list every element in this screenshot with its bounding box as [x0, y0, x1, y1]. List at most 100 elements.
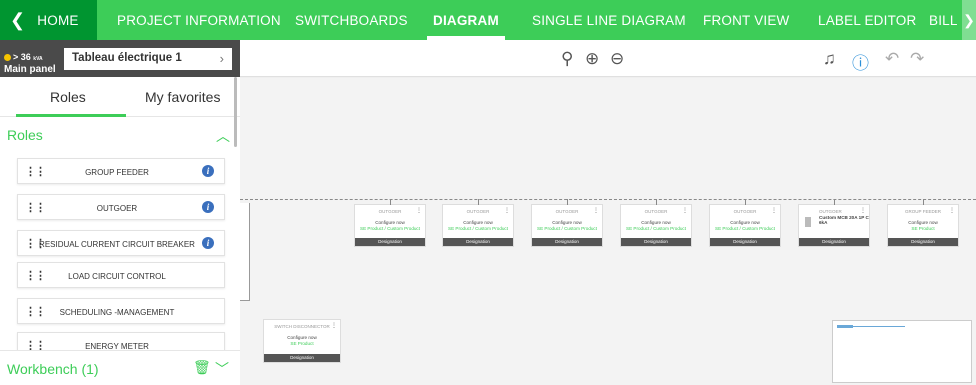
zoom-in-icon[interactable]: ⊕ [585, 49, 599, 69]
chevron-down-icon[interactable]: ﹀ [215, 359, 229, 379]
card-role: OUTGOER [644, 209, 668, 214]
breaker-thumbnail-icon [805, 217, 811, 227]
role-item[interactable]: ⋮⋮ SCHEDULING -MANAGEMENT [17, 298, 225, 324]
minimap-bus [853, 326, 905, 327]
nav-project-information[interactable]: PROJECT INFORMATION [117, 0, 281, 40]
connector-line [923, 199, 924, 205]
workbench-section[interactable]: Workbench (1) 🗑 ﹀ [0, 350, 240, 385]
top-navigation: ❮ HOME PROJECT INFORMATION SWITCHBOARDS … [0, 0, 976, 40]
role-item[interactable]: ⋮⋮ OUTGOER i [17, 194, 225, 220]
home-button[interactable]: ❮ HOME [0, 0, 97, 40]
connector-line [656, 199, 657, 205]
roles-title: Roles [7, 127, 43, 143]
chevron-up-icon[interactable]: ︿ [216, 126, 230, 146]
minimap-viewport[interactable] [837, 325, 853, 328]
diagram-canvas[interactable]: ⋮ OUTGOER Configure now SE Product / Cus… [240, 78, 976, 385]
nav-scroll-right-icon[interactable]: ❯ [962, 0, 976, 40]
card-config[interactable]: Configure now [710, 220, 780, 225]
nav-single-line-diagram[interactable]: SINGLE LINE DIAGRAM [532, 0, 686, 40]
card-product[interactable]: SE Product / Custom Product [532, 226, 602, 231]
card-designation: Designation [264, 354, 340, 362]
main-panel-label: Main panel [4, 64, 56, 75]
home-label: HOME [37, 12, 79, 28]
redo-icon[interactable]: ↷ [910, 49, 924, 69]
power-indicator: > 36 kVA [4, 52, 43, 62]
card-config[interactable]: Configure now [355, 220, 425, 225]
nav-label-editor[interactable]: LABEL EDITOR [818, 0, 916, 40]
card-config[interactable]: Configure now [264, 335, 340, 340]
card-product[interactable]: SE Product / Custom Product [710, 226, 780, 231]
card-config[interactable]: Configure now [888, 220, 958, 225]
role-label: SCHEDULING -MANAGEMENT [59, 308, 175, 317]
diagram-card[interactable]: ⋮ GROUP FEEDER Configure now SE Product … [887, 199, 959, 247]
diagram-card[interactable]: ⋮ OUTGOER Custom MCB 20A 1P C 6kA Design… [798, 199, 870, 247]
card-product[interactable]: SE Product / Custom Product [355, 226, 425, 231]
connector-line [567, 199, 568, 205]
card-product[interactable]: SE Product / Custom Product [621, 226, 691, 231]
nav-switchboards[interactable]: SWITCHBOARDS [295, 0, 408, 40]
workbench-title: Workbench (1) [7, 361, 99, 377]
info-icon[interactable]: i [202, 165, 214, 177]
diagram-card[interactable]: ⋮ OUTGOER Configure now SE Product / Cus… [354, 199, 426, 247]
card-role: OUTGOER [819, 209, 842, 214]
connector-line [745, 199, 746, 205]
card-product[interactable]: SE Product [888, 226, 958, 231]
card-product[interactable]: SE Product [264, 341, 340, 346]
info-icon[interactable]: i [202, 237, 214, 249]
info-icon[interactable]: i [202, 201, 214, 213]
card-role: GROUP FEEDER [905, 209, 941, 214]
partial-card-left [240, 203, 250, 301]
role-item[interactable]: ⋮⋮ GROUP FEEDER i [17, 158, 225, 184]
zoom-fit-icon[interactable]: ⚲ [561, 49, 573, 69]
card-role: SWITCH DISCONNECTOR [274, 324, 330, 329]
sidebar-tabs: Roles My favorites [0, 77, 240, 117]
role-item[interactable]: ⋮⋮ RESIDUAL CURRENT CIRCUIT BREAKER i [17, 230, 225, 256]
tab-my-favorites[interactable]: My favorites [145, 89, 220, 105]
status-dot-icon [4, 54, 11, 62]
switchboard-select-value: Tableau électrique 1 [72, 52, 182, 64]
diagram-card[interactable]: ⋮ OUTGOER Configure now SE Product / Cus… [531, 199, 603, 247]
card-designation: Designation [799, 238, 869, 246]
card-designation: Designation [888, 238, 958, 246]
sidebar: Roles My favorites Roles ︿ ⋮⋮ GROUP FEED… [0, 77, 240, 385]
tab-roles[interactable]: Roles [50, 89, 86, 105]
sidebar-scrollbar[interactable] [234, 77, 237, 147]
chevron-right-icon: › [219, 51, 224, 66]
role-label: OUTGOER [96, 204, 138, 213]
diagram-toolbar: ⚲ ⊕ ⊖ ♫ ⓘ ↶ ↷ [240, 40, 976, 77]
card-config[interactable]: Configure now [443, 220, 513, 225]
diagram-card[interactable]: ⋮ OUTGOER Configure now SE Product / Cus… [620, 199, 692, 247]
card-designation: Designation [532, 238, 602, 246]
card-designation: Designation [443, 238, 513, 246]
alarm-icon[interactable]: ♫ [823, 49, 836, 69]
trash-icon[interactable]: 🗑 [193, 359, 211, 376]
card-designation: Designation [710, 238, 780, 246]
card-config[interactable]: Configure now [621, 220, 691, 225]
diagram-card[interactable]: ⋮ OUTGOER Configure now SE Product / Cus… [709, 199, 781, 247]
nav-diagram[interactable]: DIAGRAM [427, 0, 505, 40]
role-label: LOAD CIRCUIT CONTROL [68, 272, 166, 281]
chevron-left-icon: ❮ [10, 9, 26, 30]
connector-line [478, 199, 479, 205]
role-label: GROUP FEEDER [85, 168, 149, 177]
card-config[interactable]: Configure now [532, 220, 602, 225]
diagram-card[interactable]: ⋮ OUTGOER Configure now SE Product / Cus… [442, 199, 514, 247]
help-icon[interactable]: ⓘ [852, 49, 869, 74]
undo-icon[interactable]: ↶ [885, 49, 899, 69]
nav-bill[interactable]: BILL [929, 0, 958, 40]
connector-line [834, 199, 835, 205]
card-role: OUTGOER [733, 209, 757, 214]
role-item[interactable]: ⋮⋮ LOAD CIRCUIT CONTROL [17, 262, 225, 288]
card-designation: Designation [621, 238, 691, 246]
roles-section-header[interactable]: Roles ︿ [0, 117, 240, 153]
card-config[interactable]: Custom MCB 20A 1P C 6kA [819, 215, 869, 225]
card-role: OUTGOER [466, 209, 490, 214]
switch-disconnector-card[interactable]: ⋮ SWITCH DISCONNECTOR Configure now SE P… [263, 319, 341, 363]
zoom-out-icon[interactable]: ⊖ [610, 49, 624, 69]
card-product[interactable]: SE Product / Custom Product [443, 226, 513, 231]
switchboard-select[interactable]: Tableau électrique 1 › [64, 48, 232, 70]
bus-line [240, 199, 976, 200]
diagram-minimap[interactable] [832, 320, 972, 383]
nav-front-view[interactable]: FRONT VIEW [703, 0, 790, 40]
panel-bar: > 36 kVA Main panel Tableau électrique 1… [0, 40, 240, 77]
